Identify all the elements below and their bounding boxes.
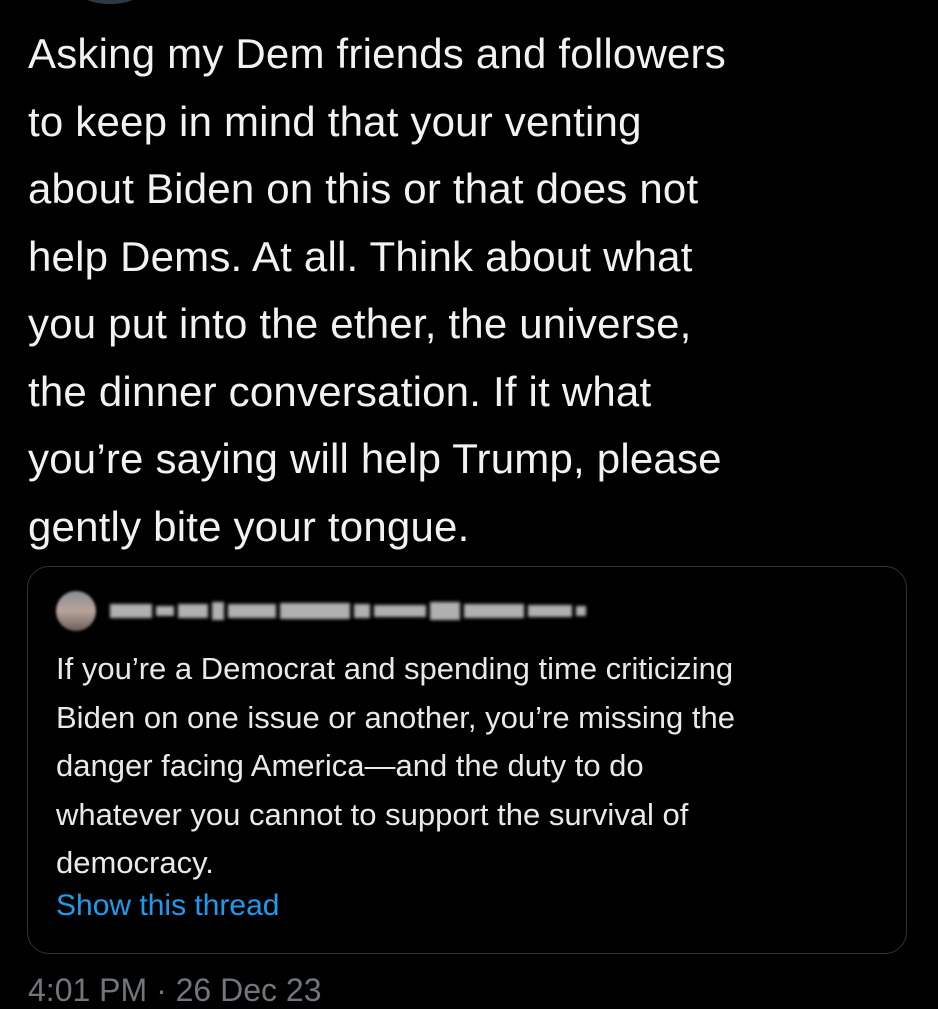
quoted-author-avatar [56,591,96,631]
tweet-timestamp[interactable]: 4:01 PM · 26 Dec 23 [28,972,321,1009]
author-avatar[interactable] [70,0,150,4]
quoted-tweet-header [56,591,586,631]
redacted-author-name [110,596,586,626]
quoted-tweet-card[interactable]: If you’re a Democrat and spending time c… [27,566,907,954]
show-thread-link[interactable]: Show this thread [56,889,279,923]
quoted-tweet-text: If you’re a Democrat and spending time c… [56,651,735,880]
tweet-text: Asking my Dem friends and followers to k… [28,30,726,550]
